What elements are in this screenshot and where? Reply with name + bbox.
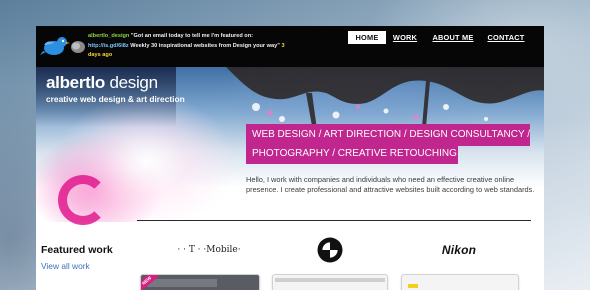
site-tagline: creative web design & art direction (46, 94, 185, 104)
nikon-logo[interactable]: Nikon (429, 235, 489, 265)
nav-home[interactable]: HOME (348, 31, 386, 44)
thumbnail-content (147, 279, 217, 287)
bmw-logo[interactable] (310, 235, 350, 265)
thumbnail-content (408, 284, 418, 288)
section-divider (137, 220, 531, 221)
decorative-ring (58, 175, 108, 225)
nav-work[interactable]: WORK (392, 31, 418, 44)
top-bar: albertlo_design "Got an email today to t… (36, 26, 544, 67)
nav-contact-label: CONTACT (487, 33, 525, 42)
nav-about-me-label: ABOUT ME (432, 33, 474, 42)
featured-thumbnail-1[interactable]: NEW (140, 274, 260, 290)
tweet-text-rest: Weekly 30 inspirational websites from De… (130, 42, 280, 49)
brand-name-light: design (105, 73, 158, 92)
tweet-text: "Got an email today to tell me I'm featu… (130, 33, 253, 39)
intro-paragraph: Hello, I work with companies and individ… (246, 175, 535, 194)
view-all-work-link[interactable]: View all work (41, 261, 90, 271)
nav-about-me[interactable]: ABOUT ME (431, 31, 475, 44)
featured-thumbnail-2[interactable] (272, 274, 388, 290)
featured-thumbnail-3[interactable] (401, 274, 519, 290)
thumbnail-content (275, 278, 385, 282)
services-banner-line-2: PHOTOGRAPHY / CREATIVE RETOUCHING (246, 144, 458, 164)
nav-work-label: WORK (392, 33, 418, 42)
bmw-roundel-icon (317, 237, 343, 263)
latest-tweet: albertlo_design "Got an email today to t… (88, 32, 288, 61)
website-page: albertlo_design "Got an email today to t… (36, 26, 544, 290)
nav-contact[interactable]: CONTACT (487, 31, 525, 44)
speech-bubble-icon (71, 41, 85, 53)
site-logo[interactable]: albertlo design (46, 74, 158, 92)
featured-work-heading: Featured work (41, 244, 113, 256)
brand-name-bold: albertlo (46, 73, 106, 92)
twitter-bird-icon (40, 37, 70, 55)
tweet-link[interactable]: http://is.gd/6i8z (88, 43, 129, 49)
tweet-user-link[interactable]: albertlo_design (88, 33, 129, 39)
services-banner-line-1: WEB DESIGN / ART DIRECTION / DESIGN CONS… (246, 124, 530, 146)
tmobile-logo[interactable]: · · T · ·Mobile· (164, 235, 254, 265)
